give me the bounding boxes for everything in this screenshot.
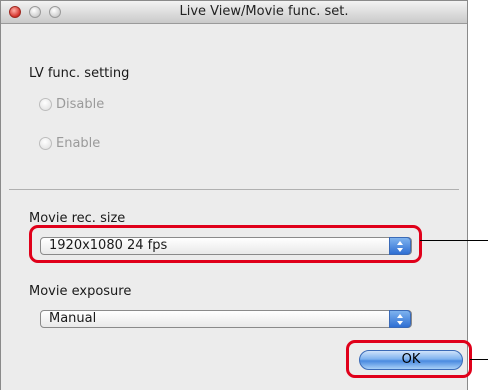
highlight-ok-button [346,340,472,378]
radio-enable-label: Enable [56,135,101,151]
titlebar: Live View/Movie func. set. [1,1,467,24]
chevron-updown-icon [389,310,411,328]
zoom-window-button[interactable] [49,6,61,18]
minimize-window-button[interactable] [29,6,41,18]
radio-enable-icon [39,136,52,150]
radio-disable-icon [39,97,52,111]
window-title: Live View/Movie func. set. [179,4,349,19]
movie-exposure-value: Manual [49,311,97,326]
radio-disable[interactable]: Disable [39,95,104,113]
movie-exposure-select[interactable]: Manual [40,310,412,328]
callout-line-movie-size [420,240,488,241]
close-window-button[interactable] [9,6,21,18]
radio-enable[interactable]: Enable [39,134,100,152]
movie-exposure-label: Movie exposure [29,284,132,299]
separator [9,189,459,190]
dialog-window: Live View/Movie func. set. LV func. sett… [0,0,468,390]
highlight-movie-rec-size [29,225,422,263]
movie-rec-size-label: Movie rec. size [29,211,126,226]
lv-func-setting-label: LV func. setting [29,66,130,81]
callout-line-ok [470,359,488,360]
radio-disable-label: Disable [56,96,105,112]
